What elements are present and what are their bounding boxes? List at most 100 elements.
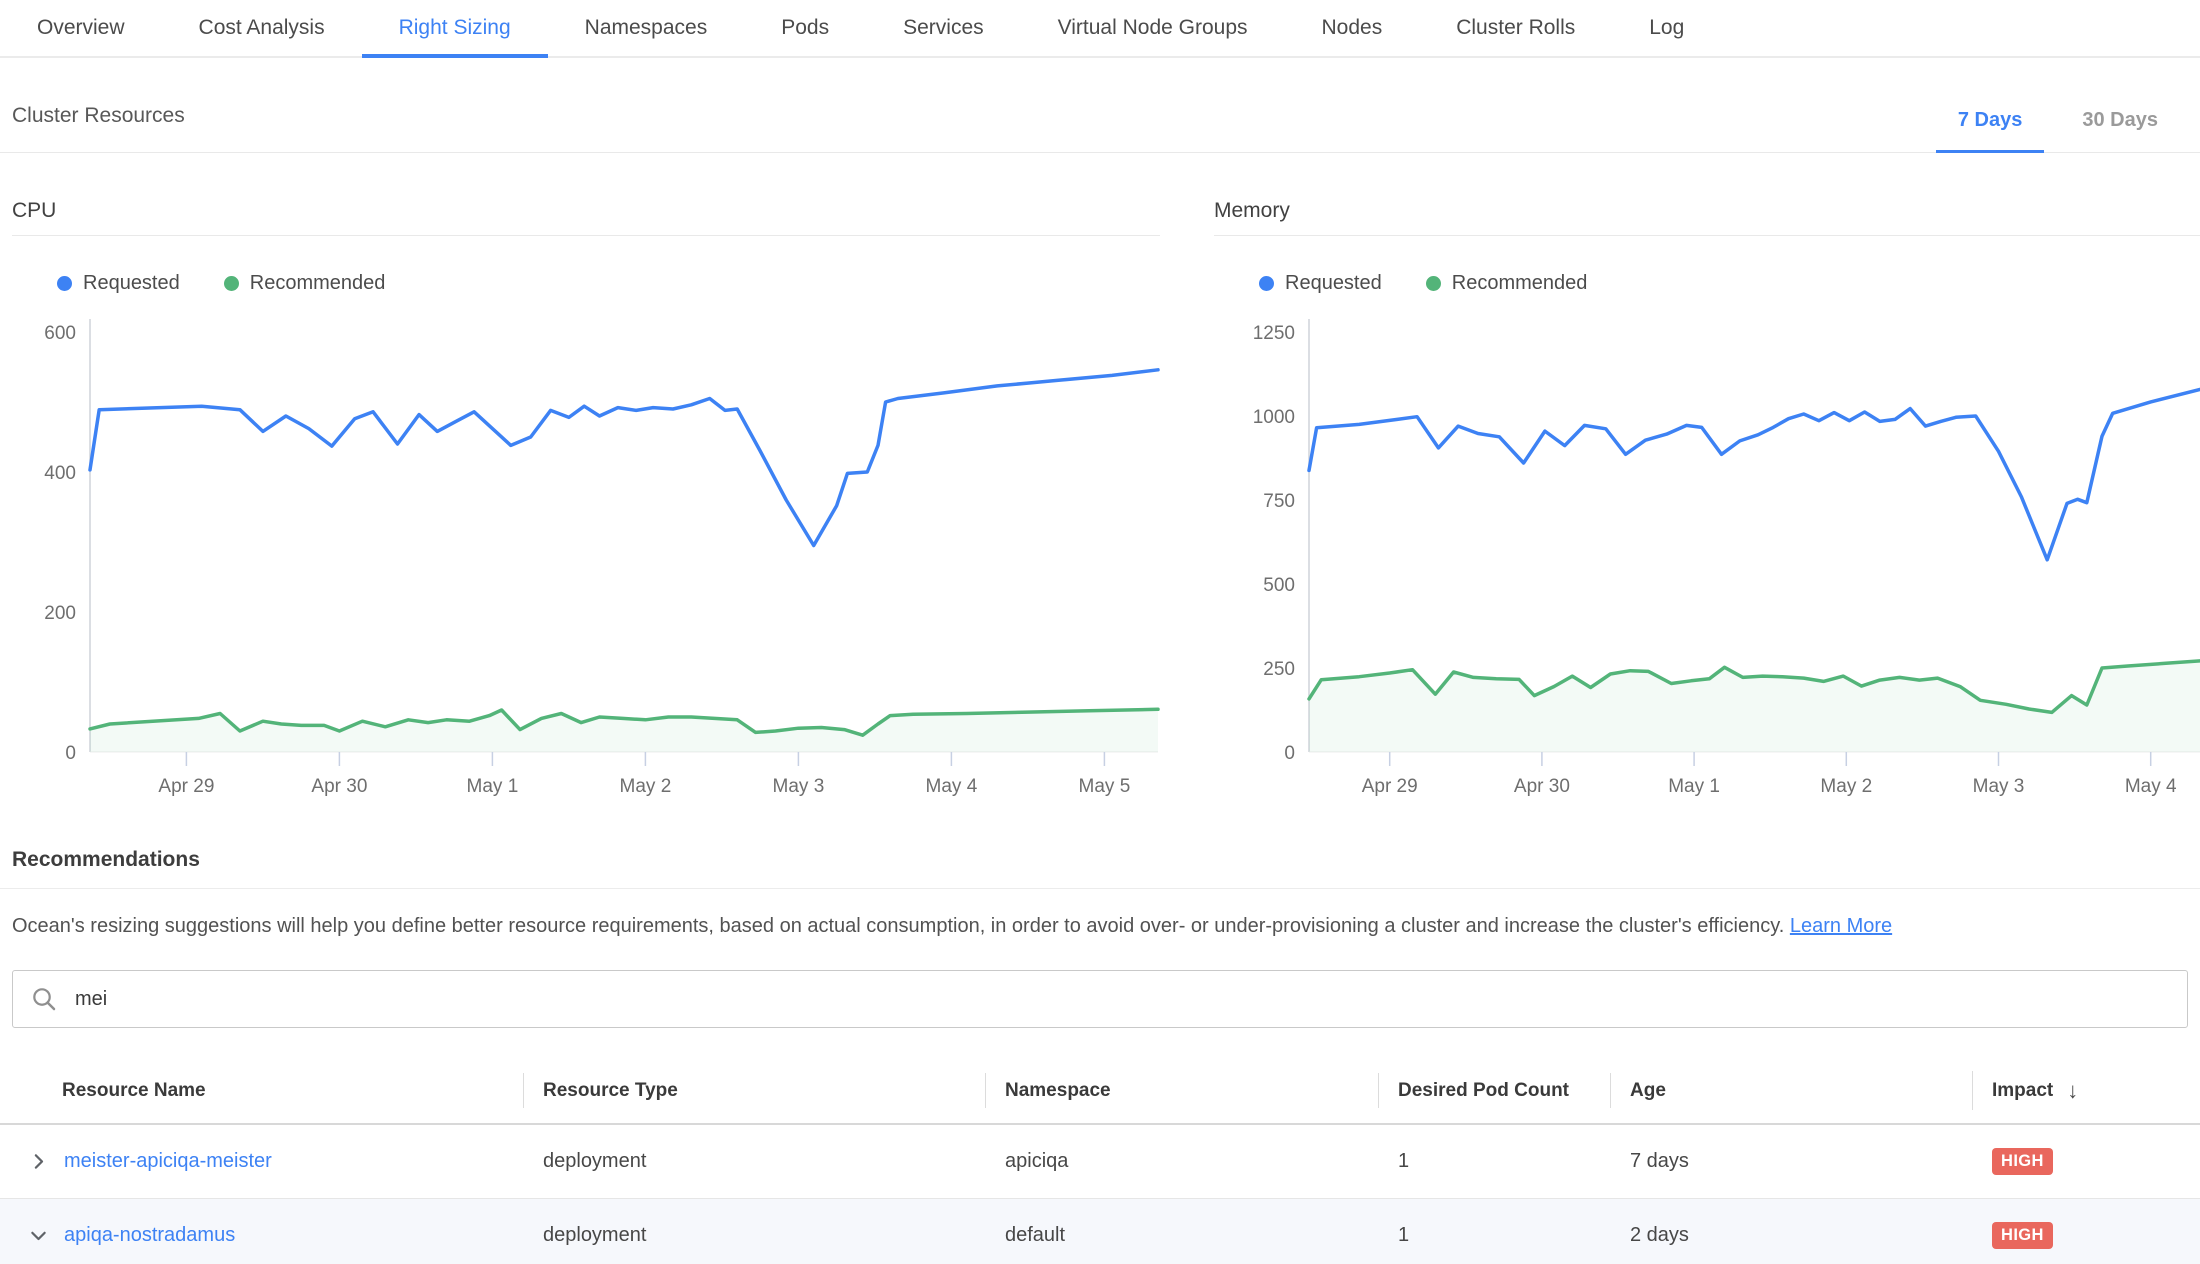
recommendations-section: Recommendations Ocean's resizing suggest…: [0, 812, 2200, 940]
desired-pod-count-cell: 1: [1378, 1150, 1610, 1173]
impact-badge: HIGH: [1992, 1148, 2053, 1175]
search-input[interactable]: [12, 970, 2188, 1028]
svg-text:May 1: May 1: [1668, 776, 1720, 797]
table-row: meister-apiciqa-meister deploymentapiciqa…: [0, 1125, 2200, 1199]
svg-text:0: 0: [65, 743, 76, 764]
tab-pods[interactable]: Pods: [744, 0, 866, 56]
column-label: Resource Type: [543, 1080, 678, 1102]
svg-text:May 2: May 2: [1820, 776, 1872, 797]
cpu-chart-title: CPU: [12, 199, 1160, 236]
cluster-resources-header: Cluster Resources 7 Days30 Days: [0, 58, 2200, 153]
tab-overview[interactable]: Overview: [0, 0, 162, 56]
svg-text:200: 200: [44, 603, 76, 624]
recommendations-heading: Recommendations: [0, 848, 2200, 889]
age-cell: 7 days: [1610, 1150, 1972, 1173]
legend-item-recommended[interactable]: Recommended: [224, 272, 386, 295]
svg-text:600: 600: [44, 323, 76, 344]
learn-more-link[interactable]: Learn More: [1790, 915, 1892, 937]
svg-text:May 3: May 3: [773, 776, 825, 797]
column-label: Namespace: [1005, 1080, 1111, 1102]
svg-text:750: 750: [1263, 491, 1295, 512]
tab-cost-analysis[interactable]: Cost Analysis: [162, 0, 362, 56]
column-header-age[interactable]: Age: [1610, 1064, 1972, 1121]
tab-bar: OverviewCost AnalysisRight SizingNamespa…: [0, 0, 2200, 58]
range-30-days[interactable]: 30 Days: [2052, 109, 2188, 152]
svg-text:May 4: May 4: [926, 776, 978, 797]
svg-text:May 3: May 3: [1973, 776, 2025, 797]
search-icon: [30, 985, 58, 1013]
resource-type-cell: deployment: [523, 1150, 985, 1173]
collapse-row-icon[interactable]: [28, 1225, 49, 1246]
svg-text:1250: 1250: [1253, 323, 1295, 344]
tab-nodes[interactable]: Nodes: [1285, 0, 1420, 56]
legend-dot-requested: [1259, 276, 1274, 291]
table-row: apiqa-nostradamusdeploymentdefault12 day…: [0, 1199, 2200, 1264]
memory-chart-panel: Memory RequestedRecommended 025050075010…: [1214, 199, 2200, 812]
column-header-desired-pod-count[interactable]: Desired Pod Count: [1378, 1064, 1610, 1121]
table-body: meister-apiciqa-meisterdeploymentapiciqa…: [0, 1125, 2200, 1264]
recommendations-description-text: Ocean's resizing suggestions will help y…: [12, 915, 1784, 937]
column-label: Age: [1630, 1080, 1666, 1102]
memory-chart: 025050075010001250Apr 29Apr 30May 1May 2…: [1214, 307, 2200, 812]
recommendations-table: Resource Name Resource Type Namespace Desir…: [0, 1062, 2200, 1264]
tab-virtual-node-groups[interactable]: Virtual Node Groups: [1021, 0, 1285, 56]
svg-text:Apr 30: Apr 30: [311, 776, 367, 797]
cpu-chart-panel: CPU Requested Recommended 0 200 400 600 Apr 2…: [12, 199, 1160, 812]
impact-cell: HIGH: [1972, 1222, 2200, 1249]
legend-dot-recommended: [1426, 276, 1441, 291]
cpu-chart: 0 200 400 600 Apr 29 Apr 30 May 1 May 2 May 3 May…: [12, 307, 1160, 812]
legend-label: Requested: [1285, 272, 1382, 295]
table-header: Resource Name Resource Type Namespace Desir…: [0, 1062, 2200, 1125]
column-label: Resource Name: [62, 1080, 206, 1102]
namespace-cell: default: [985, 1224, 1378, 1247]
column-header-resource-name[interactable]: Resource Name: [0, 1064, 523, 1121]
impact-badge: HIGH: [1992, 1222, 2053, 1249]
cpu-chart-legend: Requested Recommended: [57, 272, 1160, 295]
impact-cell: HIGH: [1972, 1148, 2200, 1175]
svg-text:Apr 29: Apr 29: [158, 776, 214, 797]
legend-label: Recommended: [250, 272, 386, 295]
memory-chart-title: Memory: [1214, 199, 2200, 236]
column-header-resource-type[interactable]: Resource Type: [523, 1064, 985, 1121]
legend-dot-requested: [57, 276, 72, 291]
svg-text:250: 250: [1263, 659, 1295, 680]
expand-row-icon[interactable]: [28, 1151, 49, 1172]
column-header-namespace[interactable]: Namespace: [985, 1064, 1378, 1121]
resource-name-cell: apiqa-nostradamus: [0, 1224, 523, 1247]
svg-text:May 5: May 5: [1079, 776, 1131, 797]
column-header-impact[interactable]: Impact ↓: [1972, 1062, 2200, 1123]
svg-text:400: 400: [44, 463, 76, 484]
sort-desc-icon[interactable]: ↓: [2067, 1078, 2078, 1104]
column-label: Desired Pod Count: [1398, 1080, 1569, 1102]
recommendations-description: Ocean's resizing suggestions will help y…: [12, 913, 2188, 940]
svg-text:May 2: May 2: [620, 776, 672, 797]
legend-dot-recommended: [224, 276, 239, 291]
legend-item-requested[interactable]: Requested: [57, 272, 180, 295]
column-label: Impact: [1992, 1080, 2053, 1102]
svg-text:500: 500: [1263, 575, 1295, 596]
age-cell: 2 days: [1610, 1224, 1972, 1247]
legend-item-requested[interactable]: Requested: [1259, 272, 1382, 295]
time-range-toggle: 7 Days30 Days: [1928, 109, 2188, 152]
range-7-days[interactable]: 7 Days: [1928, 109, 2053, 152]
memory-chart-legend: Requested Recommended: [1259, 272, 2200, 295]
namespace-cell: apiciqa: [985, 1150, 1378, 1173]
search-bar: [12, 970, 2188, 1028]
tab-cluster-rolls[interactable]: Cluster Rolls: [1419, 0, 1612, 56]
tab-log[interactable]: Log: [1612, 0, 1721, 56]
legend-label: Requested: [83, 272, 180, 295]
legend-label: Recommended: [1452, 272, 1588, 295]
tab-namespaces[interactable]: Namespaces: [548, 0, 745, 56]
resource-name-link[interactable]: apiqa-nostradamus: [64, 1224, 235, 1247]
legend-item-recommended[interactable]: Recommended: [1426, 272, 1588, 295]
page-title: Cluster Resources: [0, 104, 185, 152]
svg-text:May 1: May 1: [467, 776, 519, 797]
charts-section: CPU Requested Recommended 0 200 400 600 Apr 2…: [0, 153, 2200, 812]
resource-name-cell: meister-apiciqa-meister: [0, 1150, 523, 1173]
svg-text:Apr 30: Apr 30: [1514, 776, 1570, 797]
svg-text:1000: 1000: [1253, 407, 1295, 428]
resource-name-link[interactable]: meister-apiciqa-meister: [64, 1150, 272, 1173]
tab-right-sizing[interactable]: Right Sizing: [362, 0, 548, 56]
resource-type-cell: deployment: [523, 1224, 985, 1247]
tab-services[interactable]: Services: [866, 0, 1021, 56]
